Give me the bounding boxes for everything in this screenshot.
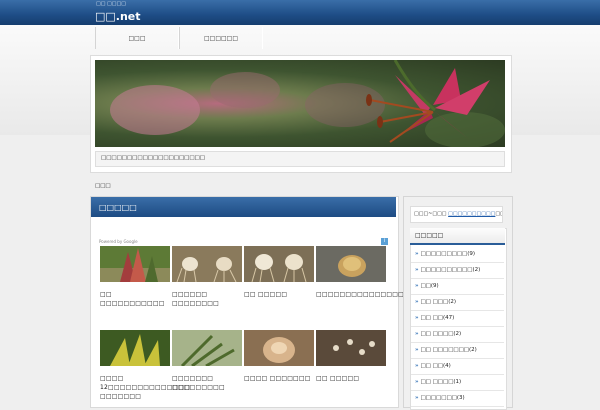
category-count: (9) [467, 251, 476, 257]
category-item[interactable]: » □□ □□□□(1) [411, 375, 504, 391]
category-item[interactable]: » □□□□□□□□□□(2) [411, 263, 504, 279]
category-item[interactable]: » □□ □□□□(2) [411, 327, 504, 343]
card-title: □□ □□□□□□□□□□□ [100, 291, 165, 307]
site-title[interactable]: □□.net [95, 10, 141, 23]
category-count: (2) [472, 267, 481, 273]
card-title: □□□□ □□□□□□□ [244, 375, 311, 382]
category-item[interactable]: » □□ □□□(2) [411, 295, 504, 311]
card-thumbnail [100, 330, 170, 366]
ad-info-icon[interactable]: i [381, 238, 388, 245]
category-item[interactable]: » □□ □□□□□□□(2) [411, 343, 504, 359]
top-bar [0, 0, 600, 25]
related-card[interactable]: □□□□□□□ □□□□□□□□□ [172, 330, 242, 392]
category-label: □□ [420, 283, 431, 289]
lily-photo [110, 60, 505, 147]
card-title: □□ □□□□□ [316, 375, 360, 382]
card-title: □□□□□□□□□□□□□□□□ [316, 291, 410, 298]
category-item[interactable]: » □□ □□(47) [411, 311, 504, 327]
related-card[interactable]: □□ □□□□□ [244, 246, 314, 299]
related-card[interactable]: □□□□□□□□□□□□□□□□ [316, 246, 410, 299]
card-thumbnail [244, 246, 314, 283]
card-thumbnail [100, 246, 170, 282]
category-label: □□ □□□□□□□ [420, 347, 469, 353]
related-card[interactable]: □□ □□□□□ [316, 330, 386, 383]
card-title: □□□□ 12□□□□□□□□□□□□□□ □□□□□□□ [100, 375, 191, 400]
category-label: □□ □□□□ [420, 331, 454, 337]
hero-image [95, 60, 505, 147]
section-heading: □□□□□ [91, 197, 396, 217]
category-count: (47) [443, 315, 455, 321]
nav-item-sitemap[interactable]: □□□□□□ [179, 27, 263, 49]
related-card[interactable]: □□ □□□□□□□□□□□ [100, 246, 170, 308]
category-label: □□ □□□ [420, 299, 449, 305]
card-thumbnail [172, 246, 242, 283]
related-card[interactable]: □□□□ □□□□□□□ [244, 330, 314, 383]
category-label: □□□□□□□□□ [420, 251, 468, 257]
category-item[interactable]: » □□□□□□□(3) [411, 391, 504, 407]
card-thumbnail [172, 330, 242, 368]
category-label: □□ □□□□ [420, 379, 454, 385]
powered-by-google: Powered by Google [99, 239, 138, 244]
category-item[interactable]: » □□□□□□□□□(9) [411, 247, 504, 263]
category-item[interactable]: » □□(9) [411, 279, 504, 295]
site-tagline: □□ □□□□ [96, 1, 126, 7]
category-label: □□ □□ [420, 363, 444, 369]
hero-caption: □□□□□□□□□□□□□□□□□□□□ [95, 151, 505, 167]
category-count: (2) [453, 331, 462, 337]
card-thumbnail [316, 246, 386, 282]
categories-title: □□□□□ [410, 228, 505, 245]
category-label: □□□□□□□□□□ [420, 267, 473, 273]
card-thumbnail [316, 330, 386, 366]
category-count: (2) [469, 347, 477, 353]
related-card[interactable]: □□□□□□ □□□□□□□□ [172, 246, 242, 308]
category-item[interactable]: » □□ □□(4) [411, 359, 504, 375]
category-count: (1) [453, 379, 462, 385]
search-text: □□□~□□□ [414, 211, 449, 217]
card-title: □□□□□□ □□□□□□□□ [172, 291, 219, 307]
category-count: (4) [443, 363, 451, 369]
category-count: (3) [456, 395, 465, 401]
sidebar-search-box: □□□~□□□ □□□□□□□□□□□□□□□□□□□□ [410, 206, 503, 223]
category-label: □□ □□ [420, 315, 444, 321]
card-thumbnail [244, 330, 314, 366]
search-text-after: □□□□□□□□□□ [495, 211, 502, 217]
card-title: □□□□□□□ □□□□□□□□□ [172, 375, 225, 391]
card-title: □□ □□□□□ [244, 291, 288, 298]
related-card[interactable]: □□□□ 12□□□□□□□□□□□□□□ □□□□□□□ [100, 330, 191, 401]
category-count: (9) [430, 283, 439, 289]
search-link[interactable]: □□□□□□□□□□ [448, 211, 495, 217]
main-nav: □□□ □□□□□□ [95, 27, 263, 49]
breadcrumb[interactable]: □□□ [95, 183, 111, 189]
category-count: (2) [448, 299, 456, 305]
category-label: □□□□□□□ [420, 395, 457, 401]
nav-item-home[interactable]: □□□ [95, 27, 179, 49]
